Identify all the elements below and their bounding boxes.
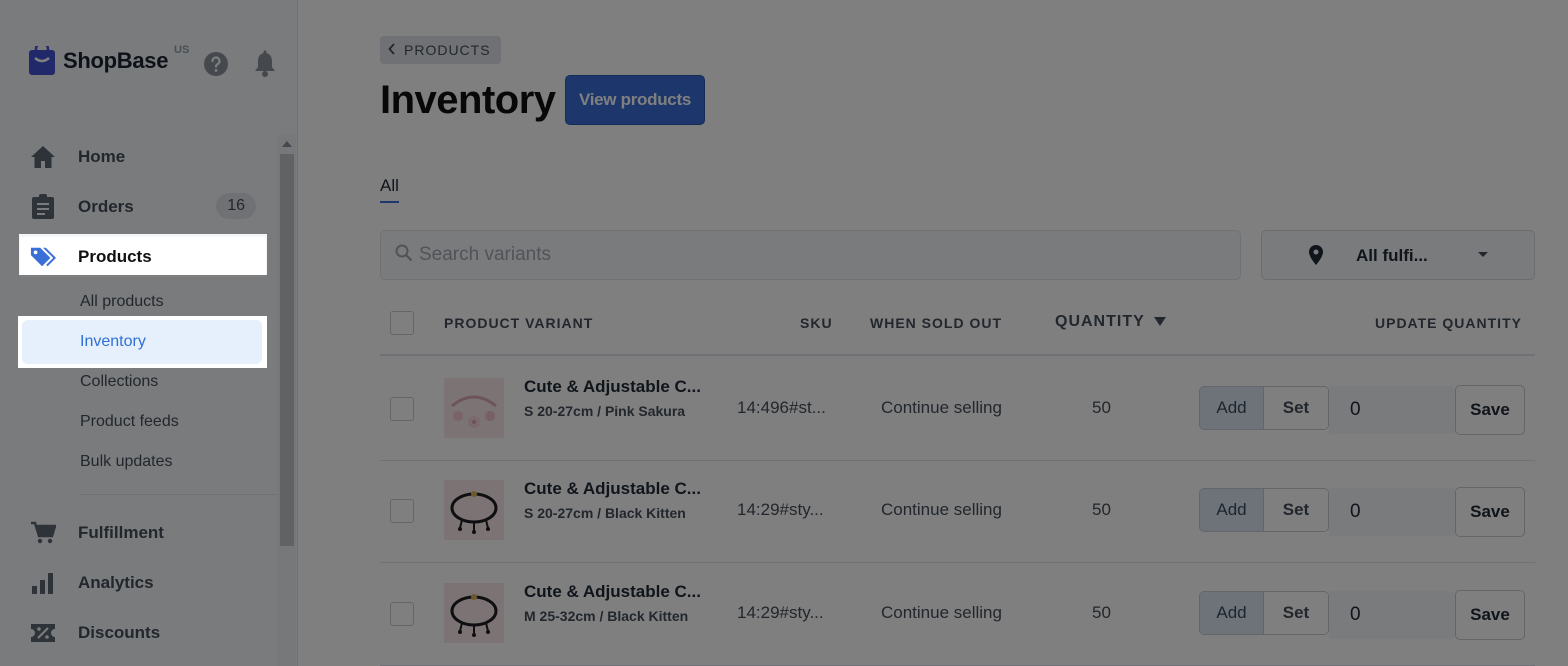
set-mode-button[interactable]: Set: [1264, 592, 1328, 634]
sidebar-item-label: Fulfillment: [78, 523, 164, 542]
header-sku: SKU: [800, 315, 833, 331]
help-icon[interactable]: [203, 51, 229, 77]
product-thumbnail[interactable]: [444, 583, 504, 643]
save-button[interactable]: Save: [1455, 385, 1525, 435]
sidebar-item-label: Products: [78, 247, 152, 266]
set-mode-button[interactable]: Set: [1264, 387, 1328, 429]
update-mode-toggle: Add Set: [1199, 488, 1329, 532]
table-header: PRODUCT VARIANT SKU WHEN SOLD OUT QUANTI…: [380, 296, 1535, 356]
bar-chart-icon: [30, 570, 56, 596]
row-checkbox[interactable]: [390, 499, 414, 523]
when-sold-out-value: Continue selling: [881, 398, 1002, 417]
sidebar-subitem-inventory[interactable]: Inventory: [22, 320, 262, 364]
product-variant: M 25-32cm / Black Kitten: [524, 608, 689, 624]
quantity-value: 50: [1092, 500, 1111, 519]
product-name[interactable]: Cute & Adjustable C...: [524, 479, 701, 499]
sidebar-subitem-product-feeds[interactable]: Product feeds: [22, 400, 262, 444]
sidebar-item-label: Home: [78, 147, 126, 166]
add-mode-button[interactable]: Add: [1200, 592, 1264, 634]
quantity-value: 50: [1092, 603, 1111, 622]
location-pin-icon: [1308, 245, 1324, 270]
clipboard-icon: [30, 194, 56, 220]
header-update-quantity: UPDATE QUANTITY: [1375, 315, 1522, 331]
when-sold-out-value: Continue selling: [881, 500, 1002, 519]
brand-name: ShopBase: [63, 48, 169, 73]
sidebar-item-home[interactable]: Home: [20, 137, 266, 177]
sidebar-scrollbar-thumb[interactable]: [280, 154, 294, 546]
header-quantity[interactable]: QUANTITY: [1055, 313, 1166, 331]
add-mode-button[interactable]: Add: [1200, 387, 1264, 429]
row-checkbox[interactable]: [390, 602, 414, 626]
page-title: Inventory: [380, 78, 556, 122]
header-quantity-label: QUANTITY: [1055, 313, 1145, 331]
table-row: Cute & Adjustable C... S 20-27cm / Black…: [380, 460, 1535, 563]
breadcrumb-label: PRODUCTS: [404, 42, 491, 58]
chevron-left-icon: [388, 42, 396, 58]
sidebar-subitem-collections[interactable]: Collections: [22, 360, 262, 404]
home-icon: [30, 144, 56, 170]
sidebar-divider: [80, 494, 278, 495]
quantity-value: 50: [1092, 398, 1111, 417]
add-mode-button[interactable]: Add: [1200, 489, 1264, 531]
sku-value: 14:29#sty...: [737, 500, 824, 519]
orders-count-badge: 16: [216, 193, 256, 219]
header-when-sold-out: WHEN SOLD OUT: [870, 315, 1002, 331]
tag-icon: [30, 244, 56, 270]
update-quantity-input[interactable]: [1329, 386, 1455, 434]
shopbase-logo-icon: [28, 41, 56, 76]
product-variant: S 20-27cm / Black Kitten: [524, 505, 686, 521]
sidebar: ShopBase US Home Orders 16 Products All …: [0, 0, 298, 666]
sku-value: 14:29#sty...: [737, 603, 824, 622]
sidebar-item-orders[interactable]: Orders 16: [20, 187, 266, 227]
sidebar-item-fulfillment[interactable]: Fulfillment: [20, 513, 266, 553]
product-variant: S 20-27cm / Pink Sakura: [524, 403, 686, 419]
save-button[interactable]: Save: [1455, 590, 1525, 640]
caret-down-icon: [1478, 252, 1488, 257]
cart-icon: [30, 520, 56, 546]
view-products-button[interactable]: View products: [565, 75, 705, 125]
update-mode-toggle: Add Set: [1199, 591, 1329, 635]
table-row: Cute & Adjustable C... M 25-32cm / Black…: [380, 563, 1535, 666]
sidebar-item-products[interactable]: Products: [20, 237, 266, 277]
search-box[interactable]: [380, 230, 1241, 280]
breadcrumb[interactable]: PRODUCTS: [380, 36, 501, 64]
brand-region: US: [174, 44, 190, 56]
sku-value: 14:496#st...: [737, 398, 826, 417]
row-checkbox[interactable]: [390, 397, 414, 421]
sidebar-item-analytics[interactable]: Analytics: [20, 563, 266, 603]
update-quantity-input[interactable]: [1329, 591, 1455, 639]
sidebar-subitem-bulk-updates[interactable]: Bulk updates: [22, 440, 262, 484]
sidebar-item-discounts[interactable]: Discounts: [20, 613, 266, 653]
sidebar-item-label: Analytics: [78, 573, 154, 592]
tab-all[interactable]: All: [380, 176, 399, 203]
select-all-checkbox[interactable]: [390, 311, 414, 335]
fulfillment-location-select[interactable]: All fulfi...: [1261, 230, 1535, 280]
product-thumbnail[interactable]: [444, 480, 504, 540]
update-mode-toggle: Add Set: [1199, 386, 1329, 430]
sidebar-item-label: Orders: [78, 197, 134, 216]
fulfillment-select-value: All fulfi...: [1356, 246, 1428, 265]
scroll-up-arrow-icon[interactable]: [278, 134, 296, 154]
discount-icon: [30, 620, 56, 646]
sidebar-item-label: Discounts: [78, 623, 161, 642]
main-content: PRODUCTS Inventory View products All All…: [299, 0, 1568, 666]
sort-desc-icon: [1153, 313, 1166, 331]
search-input[interactable]: [419, 244, 1199, 266]
brand[interactable]: ShopBase: [28, 41, 169, 76]
header-product-variant: PRODUCT VARIANT: [444, 315, 594, 331]
product-name[interactable]: Cute & Adjustable C...: [524, 582, 701, 602]
search-icon: [395, 244, 413, 267]
product-name[interactable]: Cute & Adjustable C...: [524, 377, 701, 397]
product-thumbnail[interactable]: [444, 378, 504, 438]
when-sold-out-value: Continue selling: [881, 603, 1002, 622]
set-mode-button[interactable]: Set: [1264, 489, 1328, 531]
bell-icon[interactable]: [252, 50, 278, 78]
save-button[interactable]: Save: [1455, 487, 1525, 537]
table-row: Cute & Adjustable C... S 20-27cm / Pink …: [380, 358, 1535, 461]
update-quantity-input[interactable]: [1329, 488, 1455, 536]
